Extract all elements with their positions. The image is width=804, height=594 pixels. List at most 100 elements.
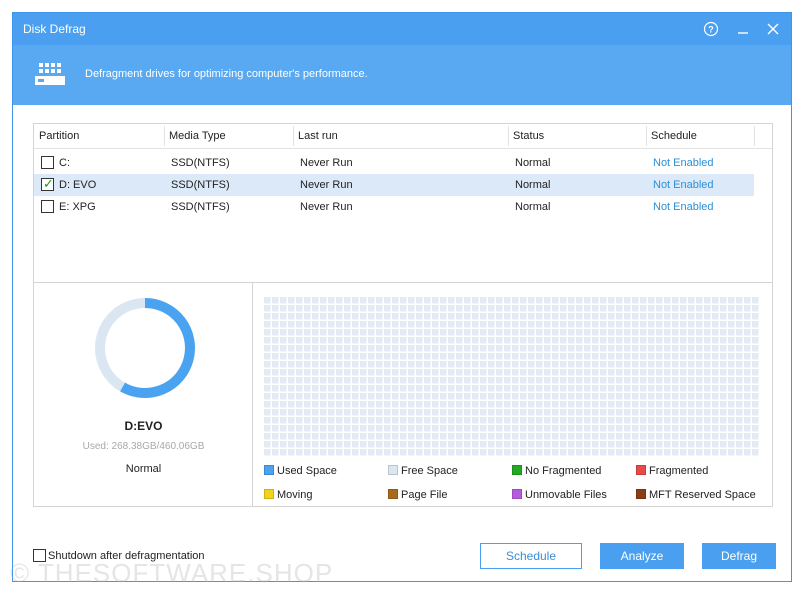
cluster-cell (704, 353, 711, 360)
schedule-button[interactable]: Schedule (480, 543, 582, 569)
cluster-cell (624, 433, 631, 440)
cluster-cell (704, 425, 711, 432)
cluster-cell (624, 313, 631, 320)
cluster-cell (328, 393, 335, 400)
cluster-cell (512, 393, 519, 400)
partition-checkbox[interactable]: ✓ (41, 176, 54, 191)
cluster-cell (304, 361, 311, 368)
schedule-link[interactable]: Not Enabled (653, 201, 714, 213)
cluster-cell (608, 329, 615, 336)
cluster-cell (368, 441, 375, 448)
table-row[interactable]: ✓ D: EVO SSD(NTFS) Never Run Normal Not … (34, 174, 754, 196)
cluster-cell (720, 305, 727, 312)
cluster-cell (656, 361, 663, 368)
cluster-cell (504, 393, 511, 400)
partition-checkbox[interactable] (41, 156, 54, 169)
cluster-cell (688, 385, 695, 392)
cluster-cell (464, 385, 471, 392)
cluster-cell (304, 329, 311, 336)
cluster-cell (480, 401, 487, 408)
cluster-cell (504, 337, 511, 344)
header-last-run[interactable]: Last run (298, 130, 338, 142)
cluster-cell (264, 297, 271, 304)
cluster-cell (752, 433, 759, 440)
cluster-cell (648, 401, 655, 408)
cluster-cell (528, 297, 535, 304)
cluster-cell (592, 345, 599, 352)
cluster-cell (616, 449, 623, 456)
cluster-cell (728, 377, 735, 384)
cluster-cell (272, 393, 279, 400)
analyze-button[interactable]: Analyze (600, 543, 684, 569)
cluster-cell (648, 377, 655, 384)
partition-checkbox[interactable] (41, 200, 54, 213)
cluster-cell (408, 401, 415, 408)
cluster-cell (368, 337, 375, 344)
cluster-cell (440, 417, 447, 424)
cluster-cell (720, 449, 727, 456)
table-row[interactable]: E: XPG SSD(NTFS) Never Run Normal Not En… (34, 196, 754, 218)
media-type: SSD(NTFS) (171, 157, 230, 169)
schedule-link[interactable]: Not Enabled (653, 157, 714, 169)
cluster-cell (648, 433, 655, 440)
cluster-cell (392, 329, 399, 336)
cluster-cell (512, 361, 519, 368)
cluster-cell (312, 297, 319, 304)
cluster-cell (560, 297, 567, 304)
cluster-cell (344, 417, 351, 424)
cluster-cell (624, 417, 631, 424)
cluster-cell (560, 377, 567, 384)
cluster-cell (688, 297, 695, 304)
table-header: Partition Media Type Last run Status Sch… (34, 124, 772, 149)
cluster-cell (280, 329, 287, 336)
cluster-cell (448, 369, 455, 376)
cluster-cell (552, 425, 559, 432)
header-schedule[interactable]: Schedule (651, 130, 697, 142)
cluster-cell (304, 409, 311, 416)
close-icon[interactable] (763, 19, 783, 39)
cluster-cell (720, 337, 727, 344)
cluster-cell (552, 441, 559, 448)
cluster-cell (504, 313, 511, 320)
cluster-cell (424, 313, 431, 320)
cluster-cell (344, 409, 351, 416)
cluster-cell (336, 385, 343, 392)
title-bar: Disk Defrag ? (13, 13, 791, 45)
header-media-type[interactable]: Media Type (169, 130, 226, 142)
cluster-cell (264, 409, 271, 416)
cluster-cell (392, 441, 399, 448)
cluster-cell (504, 449, 511, 456)
header-banner: Defragment drives for optimizing compute… (13, 45, 791, 105)
cluster-cell (552, 449, 559, 456)
cluster-cell (400, 393, 407, 400)
minimize-icon[interactable] (733, 19, 753, 39)
cluster-cell (720, 393, 727, 400)
header-partition[interactable]: Partition (39, 130, 79, 142)
cluster-cell (280, 425, 287, 432)
cluster-cell (672, 401, 679, 408)
cluster-cell (384, 297, 391, 304)
cluster-cell (488, 409, 495, 416)
cluster-cell (560, 409, 567, 416)
cluster-cell (656, 305, 663, 312)
cluster-cell (480, 409, 487, 416)
cluster-cell (336, 353, 343, 360)
help-icon[interactable]: ? (701, 19, 721, 39)
cluster-cell (704, 385, 711, 392)
cluster-cell (640, 369, 647, 376)
cluster-cell (704, 361, 711, 368)
cluster-cell (536, 297, 543, 304)
cluster-cell (328, 361, 335, 368)
drive-map-panel: D:EVO Used: 268.38GB/460.06GB Normal Use… (33, 283, 773, 507)
cluster-cell (400, 441, 407, 448)
schedule-link[interactable]: Not Enabled (653, 179, 714, 191)
cluster-cell (552, 305, 559, 312)
cluster-cell (696, 385, 703, 392)
defrag-button[interactable]: Defrag (702, 543, 776, 569)
cluster-cell (344, 401, 351, 408)
cluster-cell (464, 441, 471, 448)
disk-defrag-window: Disk Defrag ? Defragment drives for opti… (12, 12, 792, 582)
cluster-cell (416, 441, 423, 448)
table-row[interactable]: C: SSD(NTFS) Never Run Normal Not Enable… (34, 152, 754, 174)
header-status[interactable]: Status (513, 130, 544, 142)
